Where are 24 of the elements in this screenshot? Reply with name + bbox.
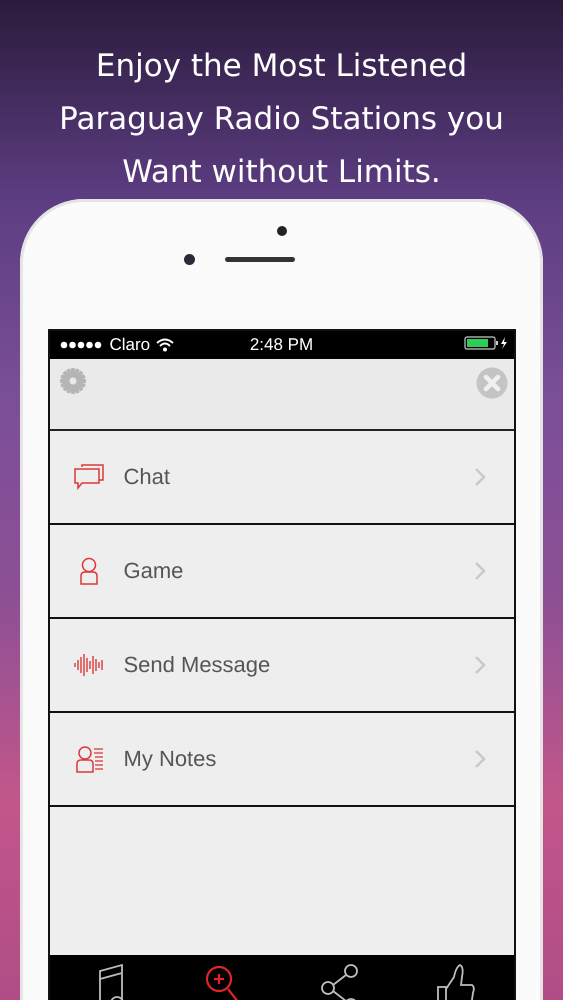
menu-item[interactable]: Game	[50, 525, 514, 619]
contact-list-icon	[74, 745, 104, 773]
share-icon	[320, 963, 360, 1000]
sound-wave-icon	[74, 654, 104, 676]
speaker-grille	[225, 257, 295, 262]
sensor-dot	[276, 226, 286, 236]
thumbs-up-icon	[436, 963, 476, 1000]
camera-lens	[184, 254, 195, 265]
signal-icon	[60, 341, 104, 349]
tab[interactable]	[320, 963, 360, 1000]
wifi-icon	[156, 338, 174, 352]
menu-item[interactable]: Chat	[50, 431, 514, 525]
speech-bubbles-icon	[74, 464, 104, 490]
menu-item[interactable]: My Notes	[50, 713, 514, 807]
chevron-icon	[474, 467, 486, 487]
clock-time: 2:48 PM	[250, 335, 314, 355]
chevron-icon	[474, 655, 486, 675]
headline: Enjoy the Most Listened Paraguay Radio Stations you Want without Limits.	[58, 47, 505, 192]
menu-item[interactable]: Send Message	[50, 619, 514, 713]
carrier-name: Claro	[110, 335, 150, 355]
tab[interactable]	[436, 963, 476, 1000]
battery-icon	[464, 336, 508, 350]
chevron-icon	[474, 561, 486, 581]
chevron-icon	[474, 749, 486, 769]
